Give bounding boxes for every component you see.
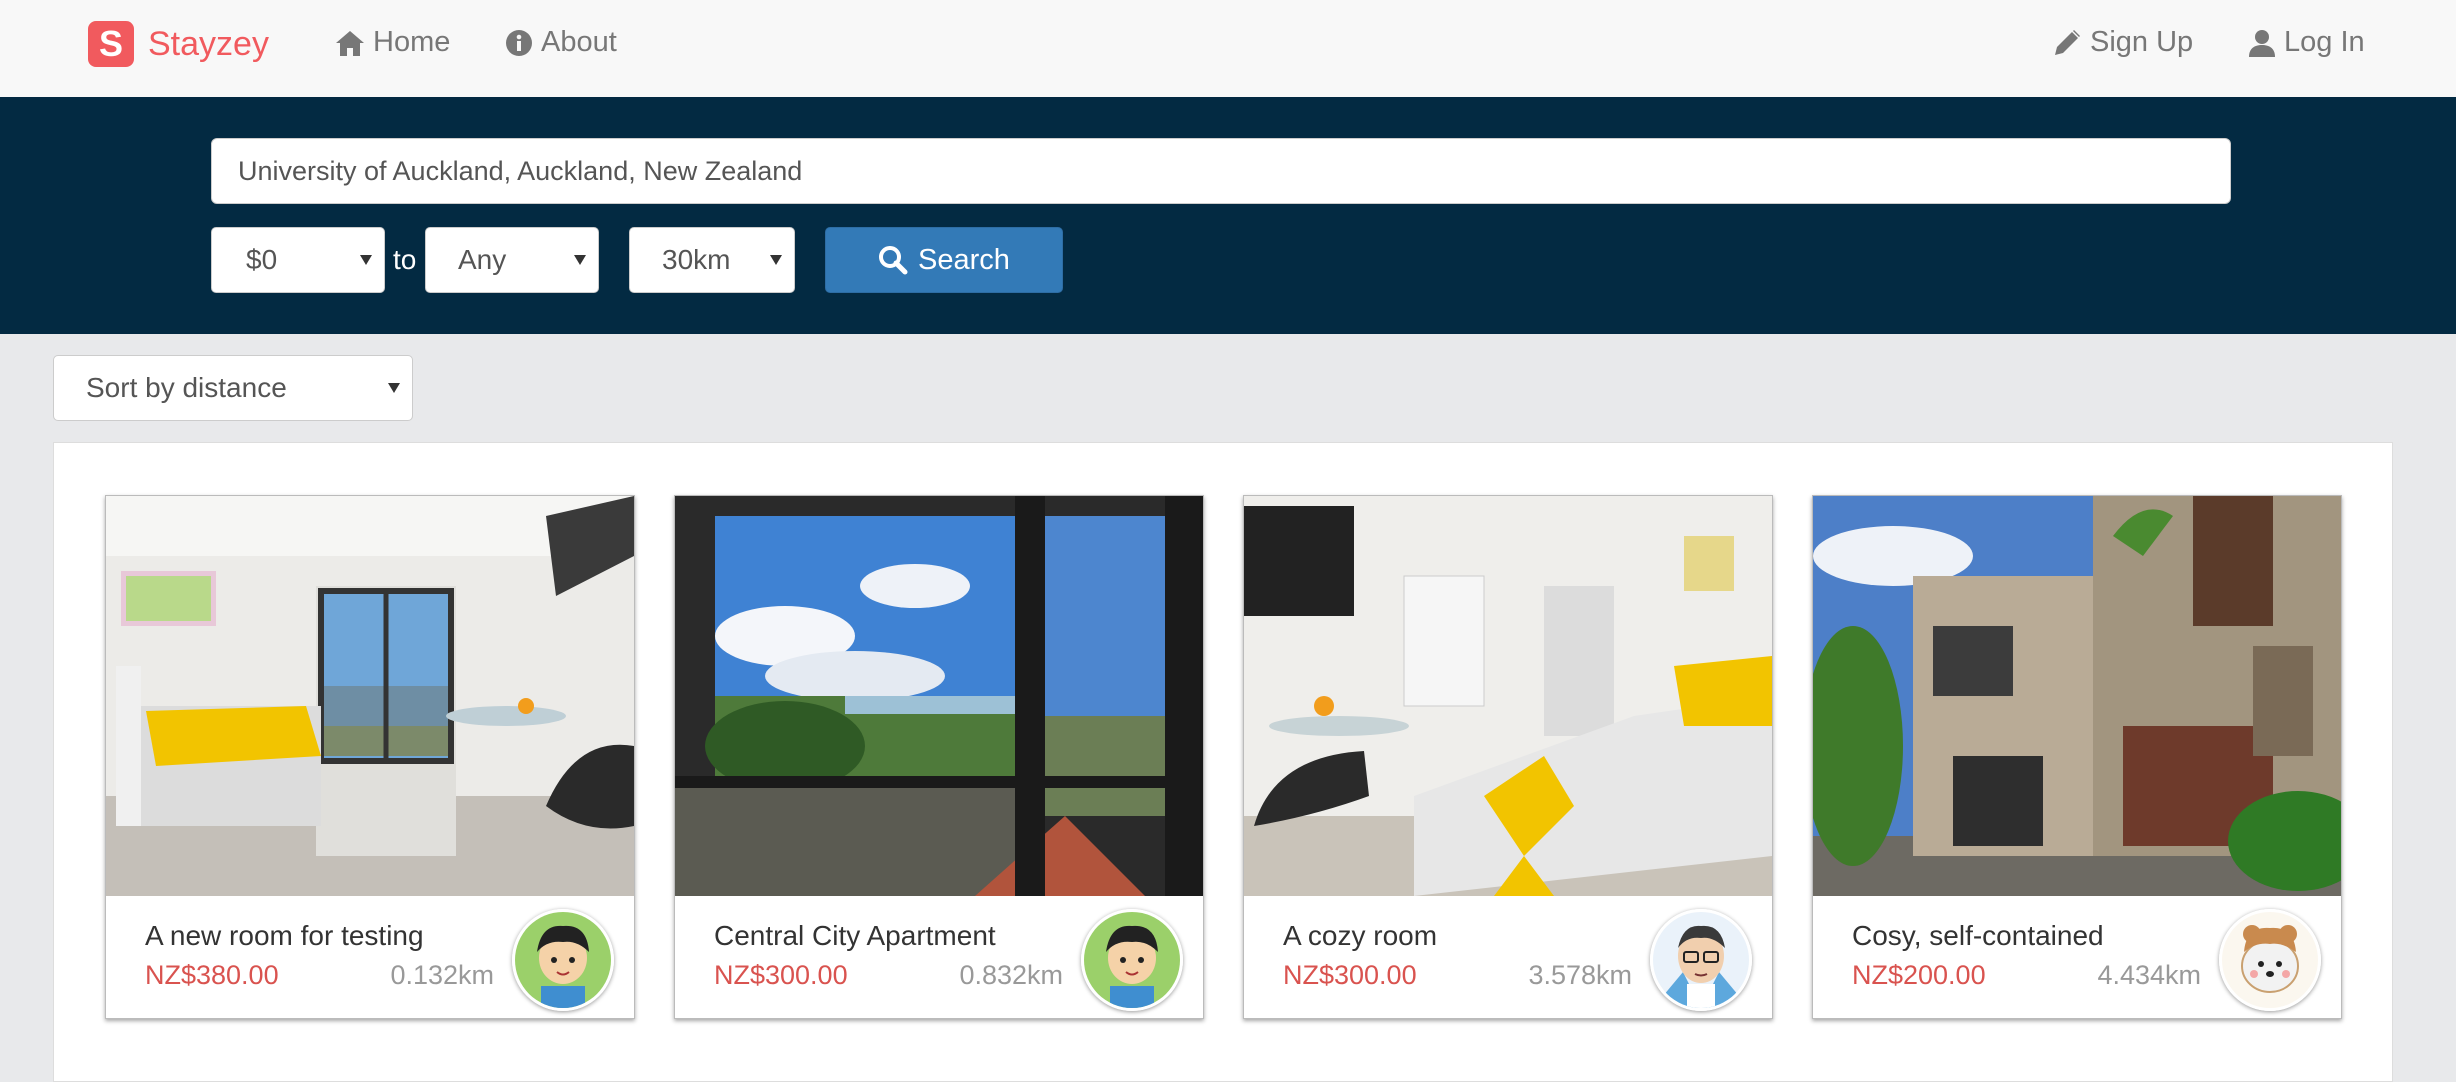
listing-price: NZ$200.00 (1852, 960, 1986, 990)
price-range-to-label: to (393, 244, 417, 275)
listing-photo[interactable] (106, 496, 634, 896)
listing-distance: 0.832km (959, 960, 1063, 990)
max-price-select[interactable]: Any (425, 227, 599, 293)
listing-title[interactable]: Central City Apartment (714, 920, 996, 952)
sort-select[interactable]: Sort by distance (53, 355, 413, 421)
listing-card[interactable]: A cozy room NZ$300.00 3.578km (1243, 495, 1773, 1019)
listing-title[interactable]: A cozy room (1283, 920, 1437, 952)
user-avatar-glasses-icon[interactable] (1650, 909, 1752, 1011)
brand-logo-icon: S (88, 21, 134, 67)
listing-photo[interactable] (1244, 496, 1772, 896)
min-price-value: $0 (246, 244, 278, 275)
listing-photo[interactable] (1813, 496, 2341, 896)
user-avatar-dog-icon[interactable] (2219, 909, 2321, 1011)
brand-link[interactable]: S Stayzey (88, 21, 269, 67)
results-panel: A new room for testing NZ$380.00 0.132km (53, 442, 2393, 1082)
distance-select[interactable]: 30km (629, 227, 795, 293)
nav-signup-link[interactable]: Sign Up (2052, 26, 2193, 59)
user-icon (2249, 29, 2275, 57)
search-panel: University of Auckland, Auckland, New Ze… (0, 97, 2456, 334)
brand-name: Stayzey (148, 24, 269, 63)
listing-price: NZ$300.00 (1283, 960, 1417, 990)
dropdown-caret-icon (388, 383, 400, 393)
nav-signup-label: Sign Up (2090, 26, 2194, 58)
listing-card[interactable]: A new room for testing NZ$380.00 0.132km (105, 495, 635, 1019)
dropdown-caret-icon (574, 255, 586, 265)
listing-title[interactable]: Cosy, self-contained (1852, 920, 2104, 952)
dropdown-caret-icon (770, 255, 782, 265)
info-icon (506, 29, 532, 56)
listing-distance: 0.132km (390, 960, 494, 990)
user-avatar-boy-icon[interactable] (512, 909, 614, 1011)
nav-about-label: About (541, 26, 617, 58)
search-icon (879, 246, 908, 275)
dropdown-caret-icon (360, 255, 372, 265)
listing-card[interactable]: Cosy, self-contained NZ$200.00 4.434km (1812, 495, 2342, 1019)
nav-login-link[interactable]: Log In (2248, 26, 2365, 59)
listing-card[interactable]: Central City Apartment NZ$300.00 0.832km (674, 495, 1204, 1019)
max-price-value: Any (458, 244, 507, 275)
nav-about-link[interactable]: About (505, 26, 617, 59)
search-button-label: Search (918, 243, 1010, 276)
location-search-input[interactable]: University of Auckland, Auckland, New Ze… (211, 138, 2231, 204)
search-button[interactable]: Search (825, 227, 1063, 293)
listing-price: NZ$300.00 (714, 960, 848, 990)
listing-distance: 4.434km (2097, 960, 2201, 990)
listing-title[interactable]: A new room for testing (145, 920, 424, 952)
distance-value: 30km (662, 244, 731, 275)
nav-home-link[interactable]: Home (335, 26, 450, 59)
home-icon (336, 30, 364, 56)
listing-price: NZ$380.00 (145, 960, 279, 990)
min-price-select[interactable]: $0 (211, 227, 385, 293)
listing-distance: 3.578km (1528, 960, 1632, 990)
nav-login-label: Log In (2284, 26, 2365, 58)
nav-home-label: Home (373, 26, 451, 58)
sort-value: Sort by distance (86, 372, 287, 403)
listing-photo[interactable] (675, 496, 1203, 896)
user-avatar-boy-icon[interactable] (1081, 909, 1183, 1011)
top-navbar: S Stayzey Home About Sign Up Log In (0, 0, 2456, 98)
pencil-icon (2055, 29, 2080, 55)
